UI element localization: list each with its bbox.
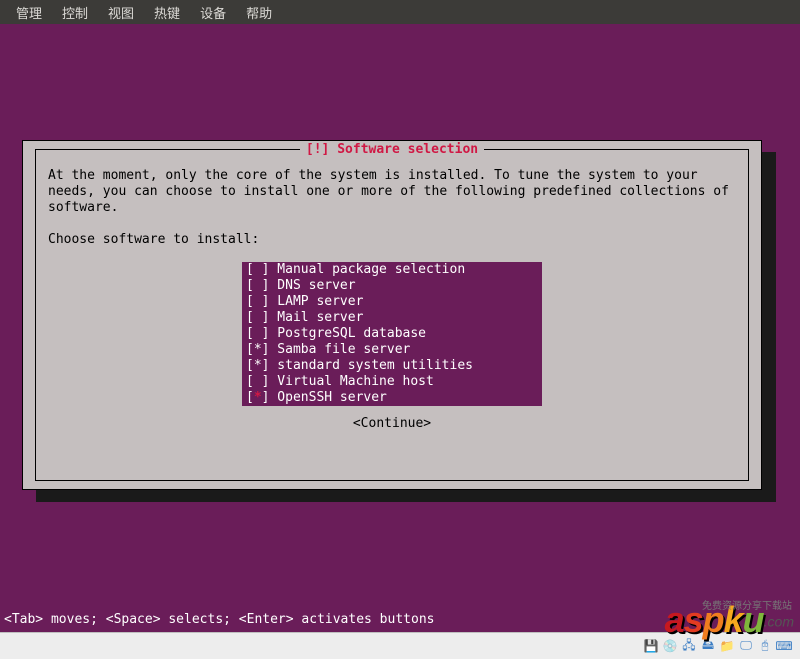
vm-status-bar: 💾 💿 🖧 🖴 📁 🖵 🖰 ⌨ bbox=[0, 632, 800, 659]
menu-hotkey[interactable]: 热键 bbox=[144, 0, 190, 25]
display-icon[interactable]: 🖵 bbox=[738, 638, 754, 654]
software-choice-item[interactable]: [*] standard system utilities bbox=[242, 358, 542, 374]
menu-help[interactable]: 帮助 bbox=[236, 0, 282, 25]
software-selection-dialog: [!] Software selection At the moment, on… bbox=[22, 140, 762, 490]
disk-icon[interactable]: 💾 bbox=[643, 638, 659, 654]
software-choice-item[interactable]: [ ] LAMP server bbox=[242, 294, 542, 310]
software-choice-item[interactable]: [ ] Manual package selection bbox=[242, 262, 542, 278]
vm-status-icons: 💾 💿 🖧 🖴 📁 🖵 🖰 ⌨ bbox=[643, 638, 800, 654]
software-choice-item[interactable]: [*] Samba file server bbox=[242, 342, 542, 358]
software-choice-item[interactable]: [*] OpenSSH server bbox=[242, 390, 542, 406]
menu-control[interactable]: 控制 bbox=[52, 0, 98, 25]
software-choice-item[interactable]: [ ] DNS server bbox=[242, 278, 542, 294]
network-icon[interactable]: 🖧 bbox=[681, 638, 697, 654]
software-choice-item[interactable]: [ ] PostgreSQL database bbox=[242, 326, 542, 342]
mouse-icon[interactable]: 🖰 bbox=[757, 638, 773, 654]
dialog-body: At the moment, only the core of the syst… bbox=[48, 168, 736, 248]
software-choice-item[interactable]: [ ] Mail server bbox=[242, 310, 542, 326]
dialog-title: [!] Software selection bbox=[300, 142, 484, 157]
optical-icon[interactable]: 💿 bbox=[662, 638, 678, 654]
menu-devices[interactable]: 设备 bbox=[190, 0, 236, 25]
software-choice-list[interactable]: [ ] Manual package selection [ ] DNS ser… bbox=[242, 262, 542, 406]
shared-icon[interactable]: 📁 bbox=[719, 638, 735, 654]
software-choice-item[interactable]: [ ] Virtual Machine host bbox=[242, 374, 542, 390]
usb-icon[interactable]: 🖴 bbox=[700, 638, 716, 654]
keyboard-hint: <Tab> moves; <Space> selects; <Enter> ac… bbox=[4, 612, 434, 627]
hostkey-icon[interactable]: ⌨ bbox=[776, 638, 792, 654]
menu-view[interactable]: 视图 bbox=[98, 0, 144, 25]
host-menubar: 管理 控制 视图 热键 设备 帮助 bbox=[0, 0, 800, 24]
menu-manage[interactable]: 管理 bbox=[6, 0, 52, 25]
continue-button[interactable]: <Continue> bbox=[353, 416, 431, 431]
